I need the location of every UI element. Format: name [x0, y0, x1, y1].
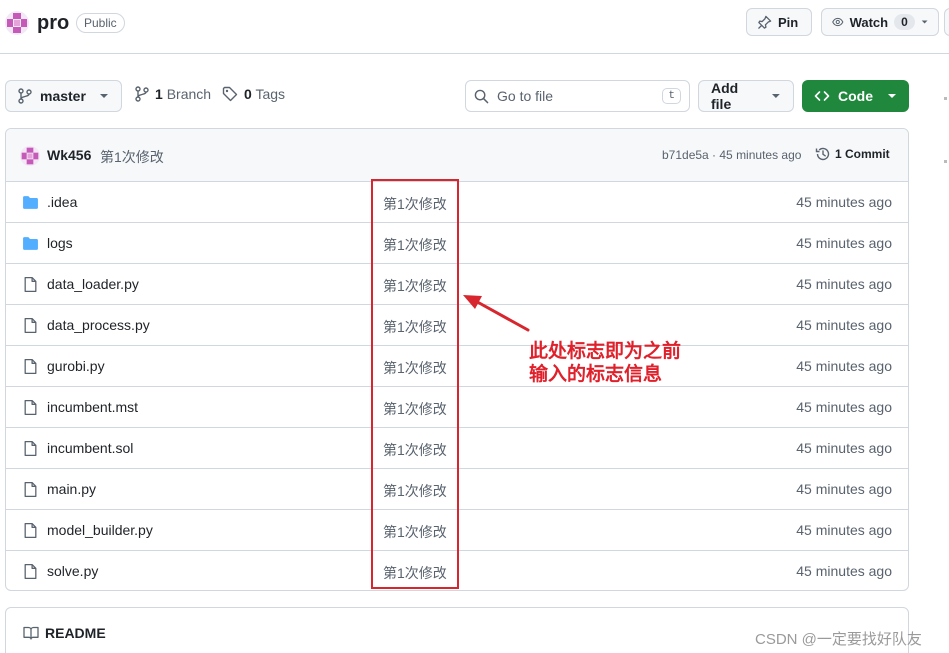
annotation-line-2: 输入的标志信息 — [529, 364, 663, 385]
git-branch-icon — [18, 88, 32, 104]
file-time: 45 minutes ago — [796, 522, 892, 538]
commit-meta[interactable]: b71de5a · 45 minutes ago — [662, 148, 801, 162]
branch-select[interactable]: master — [5, 80, 122, 112]
file-icon — [22, 276, 39, 293]
chevron-down-icon — [772, 94, 781, 98]
avatar[interactable] — [20, 146, 40, 166]
book-icon — [23, 626, 39, 640]
file-time: 45 minutes ago — [796, 563, 892, 579]
repo-name[interactable]: pro — [37, 12, 69, 35]
file-time: 45 minutes ago — [796, 358, 892, 374]
file-name[interactable]: incumbent.mst — [47, 399, 138, 415]
readme-tab[interactable]: README — [23, 625, 106, 641]
add-file-label: Add file — [711, 80, 739, 112]
file-time: 45 minutes ago — [796, 235, 892, 251]
keyboard-shortcut: t — [662, 88, 681, 104]
branch-label: Branch — [166, 86, 212, 102]
repo-header: pro Public Pin Watch 0 — [0, 0, 949, 54]
chevron-down-icon — [921, 20, 928, 24]
annotation-arrow — [463, 295, 530, 332]
file-name[interactable]: .idea — [47, 194, 77, 210]
file-icon — [22, 399, 39, 416]
commit-author[interactable]: Wk456 — [47, 147, 91, 163]
commit-message[interactable]: 第1次修改 — [100, 147, 164, 167]
file-icon — [22, 358, 39, 375]
file-time: 45 minutes ago — [796, 276, 892, 292]
code-icon — [814, 91, 830, 101]
edge-mark — [944, 160, 947, 163]
latest-commit-bar: Wk456 第1次修改 b71de5a · 45 minutes ago 1 C… — [6, 129, 908, 182]
highlight-box — [371, 179, 459, 589]
file-name[interactable]: model_builder.py — [47, 522, 153, 538]
branches-link[interactable]: 1 Branch — [135, 86, 211, 102]
tag-label: Tags — [255, 86, 286, 102]
tag-icon — [222, 86, 238, 102]
commit-history-link[interactable]: 1 Commit — [815, 146, 890, 162]
folder-icon — [22, 194, 39, 211]
watch-button[interactable]: Watch 0 — [821, 8, 939, 36]
file-time: 45 minutes ago — [796, 399, 892, 415]
eye-icon — [832, 17, 844, 27]
watermark: CSDN @一定要找好队友 — [755, 631, 922, 648]
file-icon — [22, 563, 39, 580]
tag-count: 0 — [244, 86, 252, 102]
pin-icon — [758, 15, 772, 29]
branch-count: 1 — [155, 86, 163, 102]
file-time: 45 minutes ago — [796, 440, 892, 456]
history-icon — [815, 147, 830, 161]
annotation-text: 此处标志即为之前 输入的标志信息 — [529, 340, 729, 386]
file-icon — [22, 481, 39, 498]
go-to-file-input[interactable] — [497, 88, 652, 104]
pin-label: Pin — [778, 14, 799, 30]
chevron-down-icon — [100, 94, 108, 98]
add-file-button[interactable]: Add file — [698, 80, 794, 112]
file-time: 45 minutes ago — [796, 317, 892, 333]
file-icon — [22, 440, 39, 457]
file-icon — [22, 522, 39, 539]
pin-button[interactable]: Pin — [746, 8, 812, 36]
chevron-down-icon — [888, 94, 896, 98]
commit-count-label: 1 Commit — [835, 147, 890, 161]
repo-avatar[interactable] — [5, 11, 29, 35]
folder-icon — [22, 235, 39, 252]
branch-name: master — [40, 88, 86, 104]
file-name[interactable]: solve.py — [47, 563, 98, 579]
edge-mark — [944, 97, 947, 100]
watch-count: 0 — [894, 14, 915, 30]
file-time: 45 minutes ago — [796, 481, 892, 497]
file-name[interactable]: incumbent.sol — [47, 440, 133, 456]
file-time: 45 minutes ago — [796, 194, 892, 210]
search-icon — [474, 89, 489, 103]
file-name[interactable]: main.py — [47, 481, 96, 497]
file-name[interactable]: logs — [47, 235, 73, 251]
file-name[interactable]: data_process.py — [47, 317, 150, 333]
edge-button[interactable] — [944, 8, 949, 36]
watch-label: Watch — [849, 14, 889, 30]
annotation-line-1: 此处标志即为之前 — [529, 341, 682, 362]
go-to-file[interactable]: t — [465, 80, 690, 112]
visibility-badge: Public — [76, 13, 125, 33]
file-name[interactable]: gurobi.py — [47, 358, 105, 374]
code-label: Code — [838, 88, 873, 104]
git-branch-icon — [135, 86, 149, 102]
tags-link[interactable]: 0 Tags — [222, 86, 285, 102]
readme-label: README — [45, 625, 106, 641]
file-icon — [22, 317, 39, 334]
code-button[interactable]: Code — [802, 80, 909, 112]
file-name[interactable]: data_loader.py — [47, 276, 139, 292]
